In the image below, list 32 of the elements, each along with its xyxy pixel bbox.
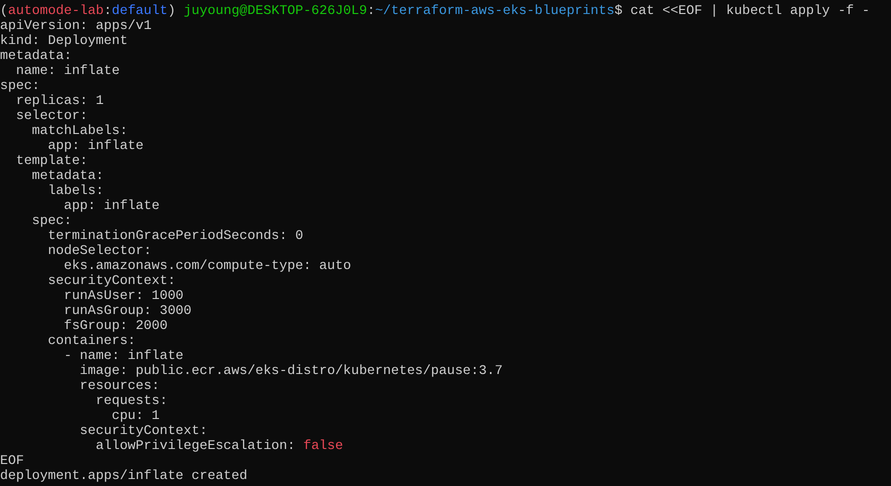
output-line: matchLabels:: [30, 123, 129, 138]
output-line: securityContext:: [46, 273, 177, 288]
output-line: terminationGracePeriodSeconds: 0: [46, 228, 304, 243]
output-line: apiVersion: apps/v1: [0, 18, 153, 33]
prompt-line: (automode-lab:default) juyoung@DESKTOP-626J0L9:~/terraform-aws-eks-blueprints$ cat <<EOF | kubectl apply -f -: [0, 3, 871, 18]
output-line: securityContext:: [78, 423, 208, 438]
output-line: image: public.ecr.aws/eks-distro/kubernetes/pause:3.7: [78, 363, 504, 378]
output-line: nodeSelector:: [46, 243, 153, 258]
output-line: app: inflate: [62, 198, 161, 213]
output-line: spec:: [30, 213, 73, 228]
output-line: selector:: [14, 108, 89, 123]
output-line: kind: Deployment: [0, 33, 129, 48]
output-line: name: inflate: [14, 63, 121, 78]
output-line: allowPrivilegeEscalation: false: [94, 438, 344, 453]
output-line: - name: inflate: [62, 348, 185, 363]
output-line: resources:: [78, 378, 161, 393]
output-line: deployment.apps/inflate created: [0, 468, 248, 483]
output-line: template:: [14, 153, 89, 168]
output-line: eks.amazonaws.com/compute-type: auto: [62, 258, 352, 273]
output-line: app: inflate: [46, 138, 145, 153]
output-line: spec:: [0, 78, 41, 93]
output-line: cpu: 1: [110, 408, 161, 423]
output-line: labels:: [46, 183, 104, 198]
output-line: runAsGroup: 3000: [62, 303, 193, 318]
output-line: replicas: 1: [14, 93, 105, 108]
output-line: fsGroup: 2000: [62, 318, 169, 333]
output-line: containers:: [46, 333, 137, 348]
output-line: runAsUser: 1000: [62, 288, 185, 303]
output-line: metadata:: [0, 48, 73, 63]
output-line: EOF: [0, 453, 25, 468]
output-line: metadata:: [30, 168, 105, 183]
output-line: requests:: [94, 393, 169, 408]
